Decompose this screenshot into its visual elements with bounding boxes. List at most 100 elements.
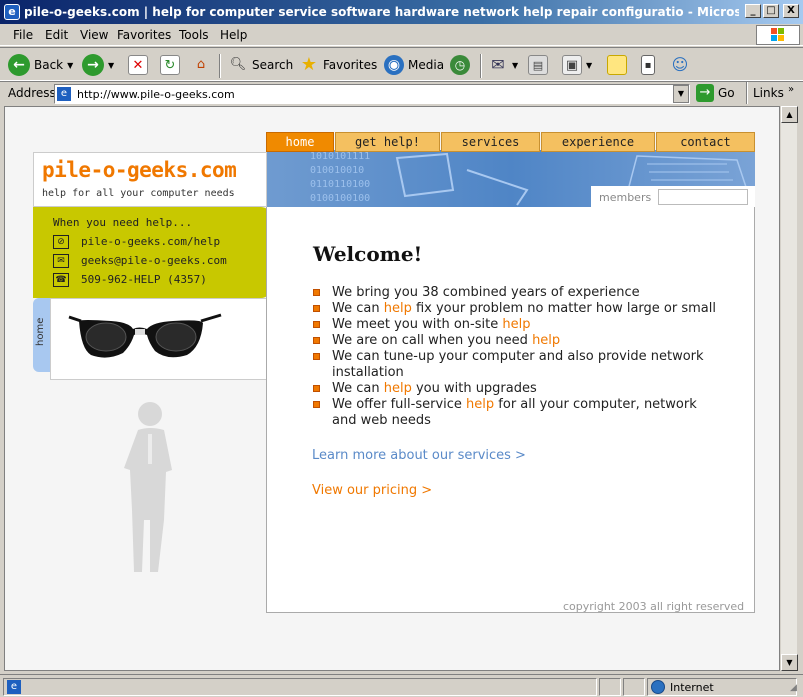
bullet-icon	[313, 385, 320, 392]
learn-more-link[interactable]: Learn more about our services >	[312, 448, 526, 463]
menu-favorites[interactable]: Favorites	[117, 28, 171, 42]
address-dropdown-icon[interactable]: ▼	[673, 85, 689, 103]
binary-line: 1010101111	[310, 151, 371, 162]
feature-text: We can help you with upgrades	[332, 381, 537, 397]
edit-button[interactable]: ▣ ▼	[562, 52, 592, 78]
feature-list-item: We are on call when you need help	[313, 333, 733, 349]
help-web-link[interactable]: pile-o-geeks.com/help	[81, 235, 220, 248]
discuss-button[interactable]	[607, 52, 627, 78]
feature-list-item: We offer full-service help for all your …	[313, 397, 733, 413]
members-label: members	[599, 191, 652, 204]
messenger-button[interactable]: ☺	[670, 52, 690, 78]
home-button[interactable]: ⌂	[191, 52, 211, 78]
media-globe-icon: ◉	[384, 55, 404, 75]
feature-list-item: We bring you 38 combined years of experi…	[313, 285, 733, 301]
media-button[interactable]: ◉ Media	[384, 52, 444, 78]
status-pane	[599, 678, 621, 696]
feature-text-segment: We can	[332, 301, 384, 316]
pricing-link[interactable]: View our pricing >	[312, 483, 432, 498]
nav-tab-get-help[interactable]: get help!	[335, 132, 440, 152]
bullet-icon	[313, 305, 320, 312]
chevron-right-icon[interactable]: »	[788, 84, 794, 95]
menu-bar: File Edit View Favorites Tools Help	[0, 24, 803, 46]
menu-view[interactable]: View	[80, 28, 108, 42]
help-email-link[interactable]: geeks@pile-o-geeks.com	[81, 254, 227, 267]
forward-arrow-icon: →	[82, 54, 104, 76]
search-icon: 🔍︎	[229, 57, 247, 72]
help-link[interactable]: help	[532, 333, 560, 348]
mail-button[interactable]: ✉ ▼	[488, 52, 518, 78]
print-button[interactable]: ▤	[528, 52, 548, 78]
menu-edit[interactable]: Edit	[45, 28, 68, 42]
help-link[interactable]: help	[384, 301, 412, 316]
favorites-button[interactable]: ★ Favorites	[299, 52, 377, 78]
resize-grip-icon[interactable]: ◢	[790, 683, 797, 693]
help-link[interactable]: help	[466, 397, 494, 412]
phone-icon: ☎	[53, 273, 69, 287]
scroll-up-arrow-icon[interactable]: ▲	[781, 106, 798, 123]
feature-list-item: We meet you with on-site help	[313, 317, 733, 333]
nav-tab-home[interactable]: home	[266, 132, 334, 152]
glasses-icon	[68, 313, 222, 358]
feature-text-segment: installation	[332, 365, 404, 380]
help-link[interactable]: help	[384, 381, 412, 396]
links-button[interactable]: Links	[753, 86, 784, 100]
stop-icon: ✕	[128, 55, 148, 75]
scroll-down-arrow-icon[interactable]: ▼	[781, 654, 798, 671]
maximize-button[interactable]: □	[763, 4, 779, 18]
menu-tools[interactable]: Tools	[179, 28, 209, 42]
history-icon: ◷	[450, 55, 470, 75]
menu-file[interactable]: File	[13, 28, 33, 42]
close-button[interactable]: X	[783, 4, 799, 18]
feature-text-segment: and web needs	[332, 413, 431, 428]
status-pane	[623, 678, 645, 696]
feature-text-segment: We offer full-service	[332, 397, 467, 412]
history-button[interactable]: ◷	[450, 52, 470, 78]
title-bar: e pile-o-geeks.com | help for computer s…	[0, 0, 803, 24]
search-button[interactable]: 🔍︎ Search	[228, 52, 294, 78]
site-tagline: help for all your computer needs	[42, 188, 235, 199]
toolbar: ← Back ▼ → ▼ ✕ ↻ ⌂ 🔍︎ Search ★ Favorites…	[0, 47, 803, 81]
messenger-device-button[interactable]: ▪	[641, 52, 655, 78]
vertical-scrollbar[interactable]: ▲ ▼	[780, 106, 798, 671]
glasses-image-box	[50, 298, 267, 380]
forward-button[interactable]: → ▼	[82, 52, 114, 78]
side-tab-home[interactable]: home	[33, 298, 50, 372]
address-label: Address	[8, 86, 56, 100]
go-button[interactable]: → Go	[696, 84, 735, 102]
bullet-icon	[313, 353, 320, 360]
site-logo[interactable]: pile-o-geeks.com	[42, 158, 237, 182]
back-button[interactable]: ← Back ▼	[8, 52, 73, 78]
feature-text-segment: We meet you with on-site	[332, 317, 503, 332]
page-status-icon: e	[7, 680, 21, 694]
feature-list-item: We can help you with upgrades	[313, 381, 733, 397]
address-input[interactable]: e http://www.pile-o-geeks.com ▼	[54, 84, 690, 104]
nav-tab-services[interactable]: services	[441, 132, 540, 152]
internet-globe-icon	[651, 680, 665, 694]
mail-icon: ✉	[491, 55, 505, 74]
minimize-button[interactable]: _	[745, 4, 761, 18]
bullet-icon	[313, 321, 320, 328]
nav-tab-contact[interactable]: contact	[656, 132, 755, 152]
messenger-people-icon: ☺	[671, 55, 689, 74]
menu-help[interactable]: Help	[220, 28, 247, 42]
feature-text-segment: for all your computer, network	[494, 397, 697, 412]
feature-text: We meet you with on-site help	[332, 317, 530, 333]
feature-text: and web needs	[332, 413, 431, 429]
feature-text: We bring you 38 combined years of experi…	[332, 285, 640, 301]
refresh-button[interactable]: ↻	[160, 52, 180, 78]
nav-tab-experience[interactable]: experience	[541, 132, 655, 152]
status-bar: e Internet ◢	[0, 674, 803, 697]
envelope-icon: ✉	[53, 254, 69, 268]
feature-list-item: and web needs	[313, 413, 733, 429]
geek-silhouette-illustration	[124, 402, 172, 572]
help-link[interactable]: help	[502, 317, 530, 332]
help-title: When you need help...	[53, 216, 193, 229]
side-tab-label: home	[35, 317, 46, 346]
stop-button[interactable]: ✕	[128, 52, 148, 78]
binary-line: 0100100100	[310, 193, 371, 204]
feature-text: We are on call when you need help	[332, 333, 560, 349]
members-input[interactable]	[658, 189, 748, 205]
zone-pane: Internet	[647, 678, 797, 696]
back-arrow-icon: ←	[8, 54, 30, 76]
